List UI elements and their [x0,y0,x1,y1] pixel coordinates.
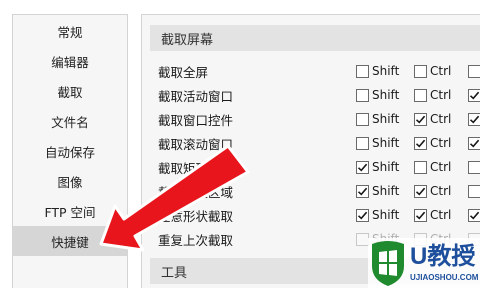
hotkey-row: 截取固定区域 Shift Ctrl [158,179,480,203]
shift-label: Shift [372,64,400,78]
hotkey-label: 截取活动窗口 [158,88,234,104]
ctrl-label: Ctrl [430,136,452,150]
shift-checkbox[interactable] [356,160,369,174]
hotkey-label: 截取矩形区域 [158,160,234,176]
shift-checkbox[interactable] [356,232,369,246]
ctrl-checkbox[interactable] [414,112,427,126]
ctrl-modifier: Ctrl [414,179,468,203]
shift-checkbox[interactable] [356,64,369,78]
ctrl-modifier: Ctrl [414,227,468,251]
section-header-capture: 截取屏幕 [150,25,480,51]
shift-checkbox[interactable] [356,136,369,150]
sidebar-item-general[interactable]: 常规 [13,16,127,46]
ctrl-modifier: Ctrl [414,131,468,155]
alt-modifier [468,59,480,83]
ctrl-checkbox[interactable] [414,232,427,246]
hotkey-row: 截取矩形区域 Shift Ctrl [158,155,480,179]
ctrl-label: Ctrl [430,208,452,222]
hotkey-row: 截取活动窗口 Shift Ctrl [158,83,480,107]
alt-modifier [468,83,480,107]
hotkey-row: 任意形状截取 Shift Ctrl [158,203,480,227]
sidebar-item-autosave[interactable]: 自动保存 [13,136,127,166]
alt-modifier [468,155,480,179]
ctrl-label: Ctrl [430,184,452,198]
hotkey-label: 任意形状截取 [158,208,234,224]
shift-modifier: Shift [356,131,414,155]
ctrl-checkbox[interactable] [414,184,427,198]
hotkey-row: 截取滚动窗口 Shift Ctrl [158,131,480,155]
shift-modifier: Shift [356,203,414,227]
ctrl-modifier: Ctrl [414,155,468,179]
ctrl-label: Ctrl [430,160,452,174]
ctrl-checkbox[interactable] [414,160,427,174]
ctrl-label: Ctrl [430,112,452,126]
sidebar-item-editor[interactable]: 编辑器 [13,46,127,76]
hotkey-label: 重复上次截取 [158,232,234,248]
alt-modifier [468,107,480,131]
alt-checkbox[interactable] [468,184,480,198]
sidebar-item-capture[interactable]: 截取 [13,76,127,106]
alt-modifier [468,227,480,251]
shift-label: Shift [372,232,400,246]
hotkey-label: 截取窗口控件 [158,112,234,128]
shift-label: Shift [372,184,400,198]
shift-checkbox[interactable] [356,88,369,102]
hotkey-row: 截取全屏 Shift Ctrl [158,59,480,83]
shift-checkbox[interactable] [356,184,369,198]
shift-modifier: Shift [356,179,414,203]
settings-sidebar: 常规 编辑器 截取 文件名 自动保存 图像 FTP 空间 快捷键 [12,14,128,288]
hotkey-label: 截取滚动窗口 [158,136,234,152]
alt-checkbox[interactable] [468,208,480,222]
shift-modifier: Shift [356,59,414,83]
ctrl-modifier: Ctrl [414,59,468,83]
section-header-tools: 工具 [150,258,480,284]
hotkey-row: 重复上次截取 Shift Ctrl [158,227,480,251]
ctrl-label: Ctrl [430,88,452,102]
alt-checkbox[interactable] [468,160,480,174]
ctrl-modifier: Ctrl [414,107,468,131]
ctrl-checkbox[interactable] [414,88,427,102]
ctrl-label: Ctrl [430,64,452,78]
hotkey-label: 截取固定区域 [158,184,234,200]
sidebar-item-filename[interactable]: 文件名 [13,106,127,136]
alt-modifier [468,203,480,227]
shift-label: Shift [372,160,400,174]
shift-modifier: Shift [356,227,414,251]
shift-checkbox[interactable] [356,208,369,222]
hotkey-label: 截取全屏 [158,64,209,80]
alt-checkbox[interactable] [468,112,480,126]
ctrl-modifier: Ctrl [414,203,468,227]
alt-checkbox[interactable] [468,232,480,246]
shift-checkbox[interactable] [356,112,369,126]
ctrl-checkbox[interactable] [414,208,427,222]
ctrl-modifier: Ctrl [414,83,468,107]
alt-checkbox[interactable] [468,64,480,78]
alt-checkbox[interactable] [468,88,480,102]
hotkey-row: 截取窗口控件 Shift Ctrl [158,107,480,131]
ctrl-checkbox[interactable] [414,136,427,150]
shift-label: Shift [372,88,400,102]
ctrl-label: Ctrl [430,232,452,246]
alt-modifier [468,179,480,203]
sidebar-item-image[interactable]: 图像 [13,166,127,196]
hotkeys-panel: 截取屏幕 截取全屏 Shift Ctrl 截取活动窗口 Shift Ctrl 截取窗口控件 S… [141,14,480,288]
shift-modifier: Shift [356,107,414,131]
shift-label: Shift [372,136,400,150]
alt-modifier [468,131,480,155]
shift-label: Shift [372,112,400,126]
shift-modifier: Shift [356,155,414,179]
ctrl-checkbox[interactable] [414,64,427,78]
shift-modifier: Shift [356,83,414,107]
sidebar-item-hotkeys[interactable]: 快捷键 [13,226,127,256]
shift-label: Shift [372,208,400,222]
alt-checkbox[interactable] [468,136,480,150]
sidebar-item-ftp[interactable]: FTP 空间 [13,196,127,226]
